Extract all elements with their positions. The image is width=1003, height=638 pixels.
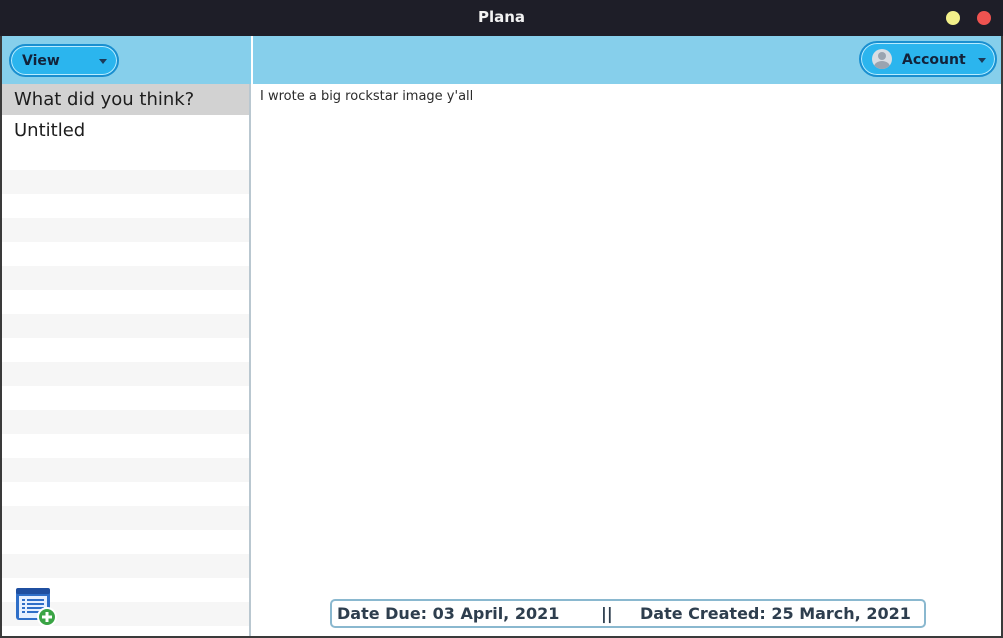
- user-avatar-icon: [872, 49, 892, 69]
- empty-list-row: [2, 266, 249, 290]
- window-title: Plana: [477, 8, 526, 26]
- view-dropdown[interactable]: View: [9, 44, 119, 77]
- note-list-item[interactable]: What did you think?: [2, 84, 249, 115]
- note-title: What did you think?: [14, 89, 195, 110]
- add-note-icon[interactable]: [14, 586, 58, 628]
- empty-list-row: [2, 482, 249, 506]
- empty-list-row: [2, 170, 249, 194]
- main-header: Account: [253, 36, 1001, 84]
- date-separator: ||: [601, 604, 613, 623]
- empty-list-row: [2, 314, 249, 338]
- empty-list-row: [2, 290, 249, 314]
- account-dropdown[interactable]: Account: [859, 41, 997, 77]
- empty-list-row: [2, 194, 249, 218]
- date-created-label: Date Created: 25 March, 2021: [640, 604, 911, 623]
- close-button[interactable]: [977, 11, 991, 25]
- empty-list-row: [2, 434, 249, 458]
- empty-list-row: [2, 218, 249, 242]
- sidebar: View What did you think? Untitled: [2, 36, 251, 636]
- view-dropdown-label: View: [22, 53, 60, 69]
- minimize-button[interactable]: [946, 11, 960, 25]
- empty-list-row: [2, 386, 249, 410]
- empty-list-row: [2, 362, 249, 386]
- chevron-down-icon: [978, 58, 986, 63]
- app-window: View What did you think? Untitled Accoun…: [0, 36, 1003, 638]
- account-dropdown-label: Account: [902, 52, 966, 68]
- note-list-item[interactable]: Untitled: [2, 115, 249, 146]
- empty-list-row: [2, 146, 249, 170]
- note-dates-bar: Date Due: 03 April, 2021 || Date Created…: [330, 599, 926, 628]
- note-list: What did you think? Untitled: [2, 84, 249, 626]
- empty-list-row: [2, 338, 249, 362]
- empty-list-row: [2, 242, 249, 266]
- sidebar-header: View: [2, 36, 251, 84]
- empty-list-row: [2, 458, 249, 482]
- empty-list-row: [2, 410, 249, 434]
- empty-list-row: [2, 554, 249, 578]
- note-title: Untitled: [14, 120, 86, 141]
- date-due-label: Date Due: 03 April, 2021: [337, 604, 560, 623]
- title-bar: Plana: [0, 0, 1003, 36]
- chevron-down-icon: [99, 59, 107, 64]
- note-editor: Account I wrote a big rockstar image y'a…: [253, 36, 1001, 636]
- empty-list-row: [2, 530, 249, 554]
- empty-list-row: [2, 506, 249, 530]
- note-body-text[interactable]: I wrote a big rockstar image y'all: [260, 89, 473, 104]
